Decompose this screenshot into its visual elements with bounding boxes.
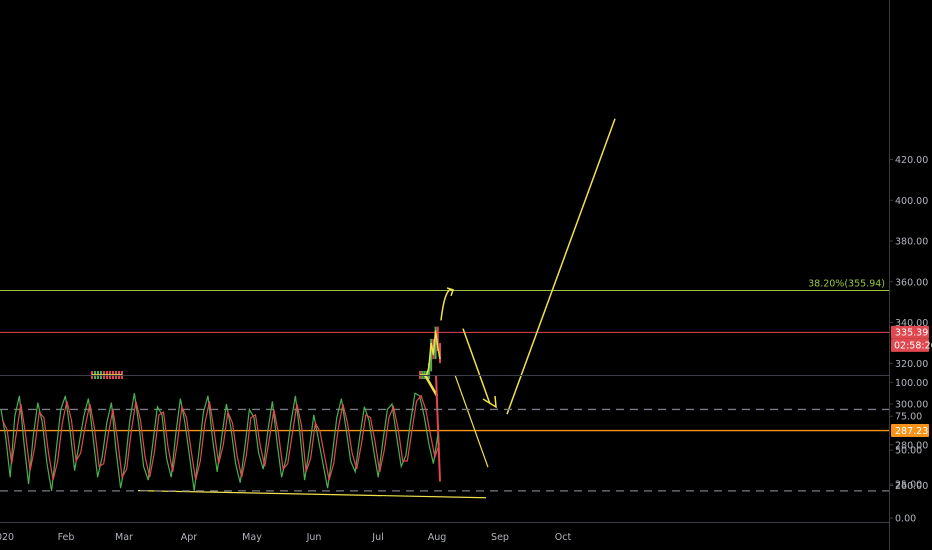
chart-canvas[interactable]: 38.20%(355.94) 260.00280.00300.00320.003… [0, 0, 932, 550]
price-tag-label: 335.39 [895, 328, 928, 339]
price-tick-label: 380.00 [895, 237, 928, 248]
time-tick-label: 2020 [0, 532, 14, 543]
price-tick-label: 300.00 [895, 400, 928, 411]
time-tick-label: Oct [555, 532, 572, 543]
time-tick-label: Aug [428, 532, 447, 543]
countdown-label: 02:58:26 [894, 341, 932, 352]
price-tick-label: 320.00 [895, 359, 928, 370]
oscillator-tick-label: 50.00 [895, 446, 922, 457]
time-tick-label: Mar [115, 532, 133, 543]
time-tick-label: May [242, 532, 262, 543]
price-tag-label: 287.23 [895, 426, 928, 437]
price-tick-label: 360.00 [895, 277, 928, 288]
oscillator-tick-label: 25.00 [895, 480, 922, 491]
price-tick-label: 400.00 [895, 196, 928, 207]
time-tick-label: Feb [58, 532, 75, 543]
price-axis[interactable]: 260.00280.00300.00320.00340.00360.00380.… [889, 155, 928, 492]
time-tick-label: Apr [181, 532, 198, 543]
time-tick-label: Jul [371, 532, 383, 543]
fib-level-label: 38.20%(355.94) [808, 279, 885, 290]
oscillator-tick-label: 100.00 [895, 378, 928, 389]
time-tick-label: Sep [491, 532, 509, 543]
time-tick-label: Jun [306, 532, 322, 543]
chart-background [0, 0, 932, 550]
oscillator-tick-label: 75.00 [895, 412, 922, 423]
price-tick-label: 420.00 [895, 155, 928, 166]
oscillator-tick-label: 0.00 [895, 514, 916, 525]
